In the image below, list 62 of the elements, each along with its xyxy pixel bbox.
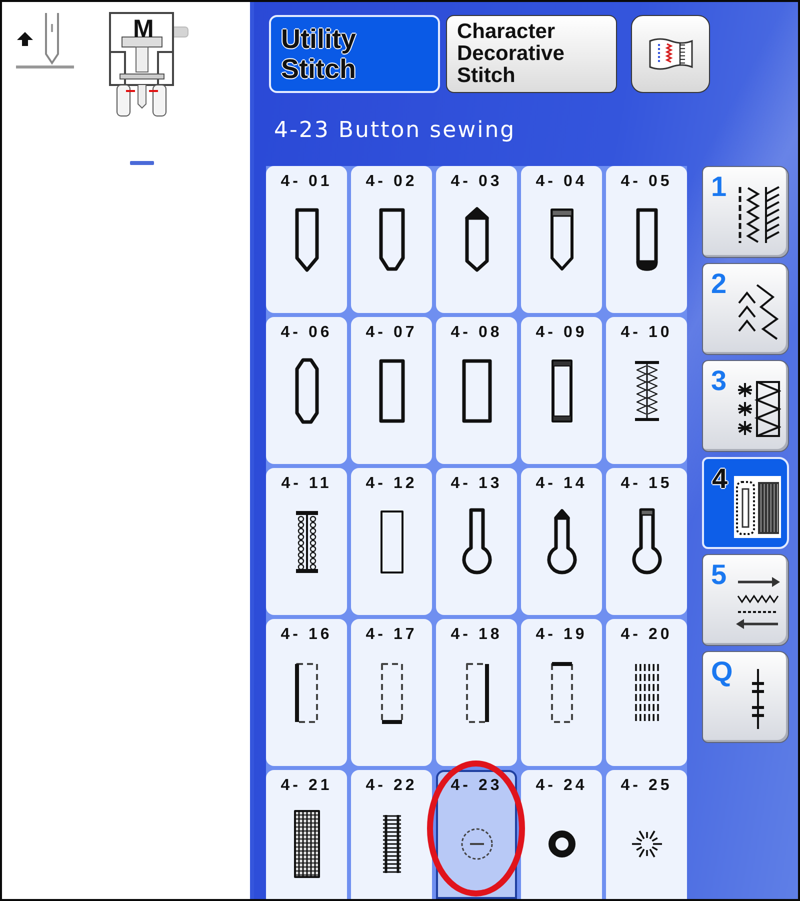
pointed-outline-icon xyxy=(378,208,406,272)
stitch-button[interactable]: 4- 15 xyxy=(606,468,687,615)
pattern-strip-icon xyxy=(294,510,320,574)
stitch-button[interactable]: 4- 19 xyxy=(521,619,602,766)
stitch-button[interactable]: 4- 04 xyxy=(521,166,602,313)
needle-position-icon xyxy=(15,10,75,70)
stitch-button[interactable]: 4- 16 xyxy=(266,619,347,766)
dotted-outline-icon xyxy=(734,476,781,538)
stitch-button[interactable]: 4- 02 xyxy=(351,166,432,313)
rounded-outline-icon xyxy=(634,208,658,272)
stitch-button[interactable]: 4- 11 xyxy=(266,468,347,615)
grid-icon xyxy=(292,809,320,879)
rectangle-outline-icon xyxy=(380,510,404,574)
presser-foot-letter: M xyxy=(133,17,154,42)
zigzag-icon xyxy=(632,360,660,422)
stitch-button[interactable]: 4- 18 xyxy=(436,619,517,766)
dashed-rectangle-icon xyxy=(464,661,490,725)
dashed-rectangle-icon xyxy=(548,661,574,725)
stitch-button[interactable]: 4- 07 xyxy=(351,317,432,464)
stitch-title: 4-23 Button sewing xyxy=(273,119,517,143)
stitch-button[interactable]: 4- 21 xyxy=(266,770,347,899)
stitch-button[interactable]: 4- 01 xyxy=(266,166,347,313)
keyhole-icon xyxy=(460,508,492,576)
stitch-button[interactable]: 4- 05 xyxy=(606,166,687,313)
category-tab[interactable]: Character Decorative Stitch xyxy=(446,15,617,93)
rectangle-outline-icon xyxy=(550,359,572,423)
burst-icon xyxy=(630,828,662,860)
keyhole-icon xyxy=(630,508,662,576)
category-button[interactable]: 1 xyxy=(702,166,789,258)
pattern-view-button[interactable] xyxy=(631,15,710,93)
category-button[interactable]: 2 xyxy=(702,263,789,355)
stitch-button[interactable]: 4- 06 xyxy=(266,317,347,464)
pointed-outline-icon xyxy=(548,208,574,272)
stitch-button[interactable]: 4- 03 xyxy=(436,166,517,313)
stitch-button[interactable]: 4- 22 xyxy=(351,770,432,899)
stitch-button[interactable]: 4- 20 xyxy=(606,619,687,766)
ladder-icon xyxy=(382,813,402,875)
rectangle-outline-icon xyxy=(462,359,492,423)
stitch-button[interactable]: 4- 24 xyxy=(521,770,602,899)
stitch-button[interactable]: 4- 12 xyxy=(351,468,432,615)
stitch-button[interactable]: 4- 25 xyxy=(606,770,687,899)
stitch-button[interactable]: 4- 10 xyxy=(606,317,687,464)
presser-foot-icon xyxy=(108,12,190,118)
category-button[interactable]: 5 xyxy=(702,554,789,646)
stitch-button[interactable]: 4- 13 xyxy=(436,468,517,615)
stitch-button[interactable]: 4- 17 xyxy=(351,619,432,766)
ring-icon xyxy=(546,829,576,859)
dashed-rectangle-icon xyxy=(378,661,404,725)
dashed-rectangle-icon xyxy=(294,661,320,725)
dash-mark-icon xyxy=(130,161,154,165)
rectangle-outline-icon xyxy=(378,359,404,423)
stitch-button[interactable]: 4- 09 xyxy=(521,317,602,464)
category-button[interactable]: Q xyxy=(702,651,789,743)
stitch-button[interactable]: 4- 08 xyxy=(436,317,517,464)
pointed-outline-icon xyxy=(464,207,490,273)
pointed-outline-icon xyxy=(294,208,320,272)
hexagon-outline-icon xyxy=(294,358,320,424)
keyhole-icon xyxy=(546,508,578,576)
category-button[interactable]: 3 xyxy=(702,360,789,452)
circle-minus-icon xyxy=(460,827,494,861)
stitch-button[interactable]: 4- 14 xyxy=(521,468,602,615)
crossbar-line-icon xyxy=(750,669,764,729)
